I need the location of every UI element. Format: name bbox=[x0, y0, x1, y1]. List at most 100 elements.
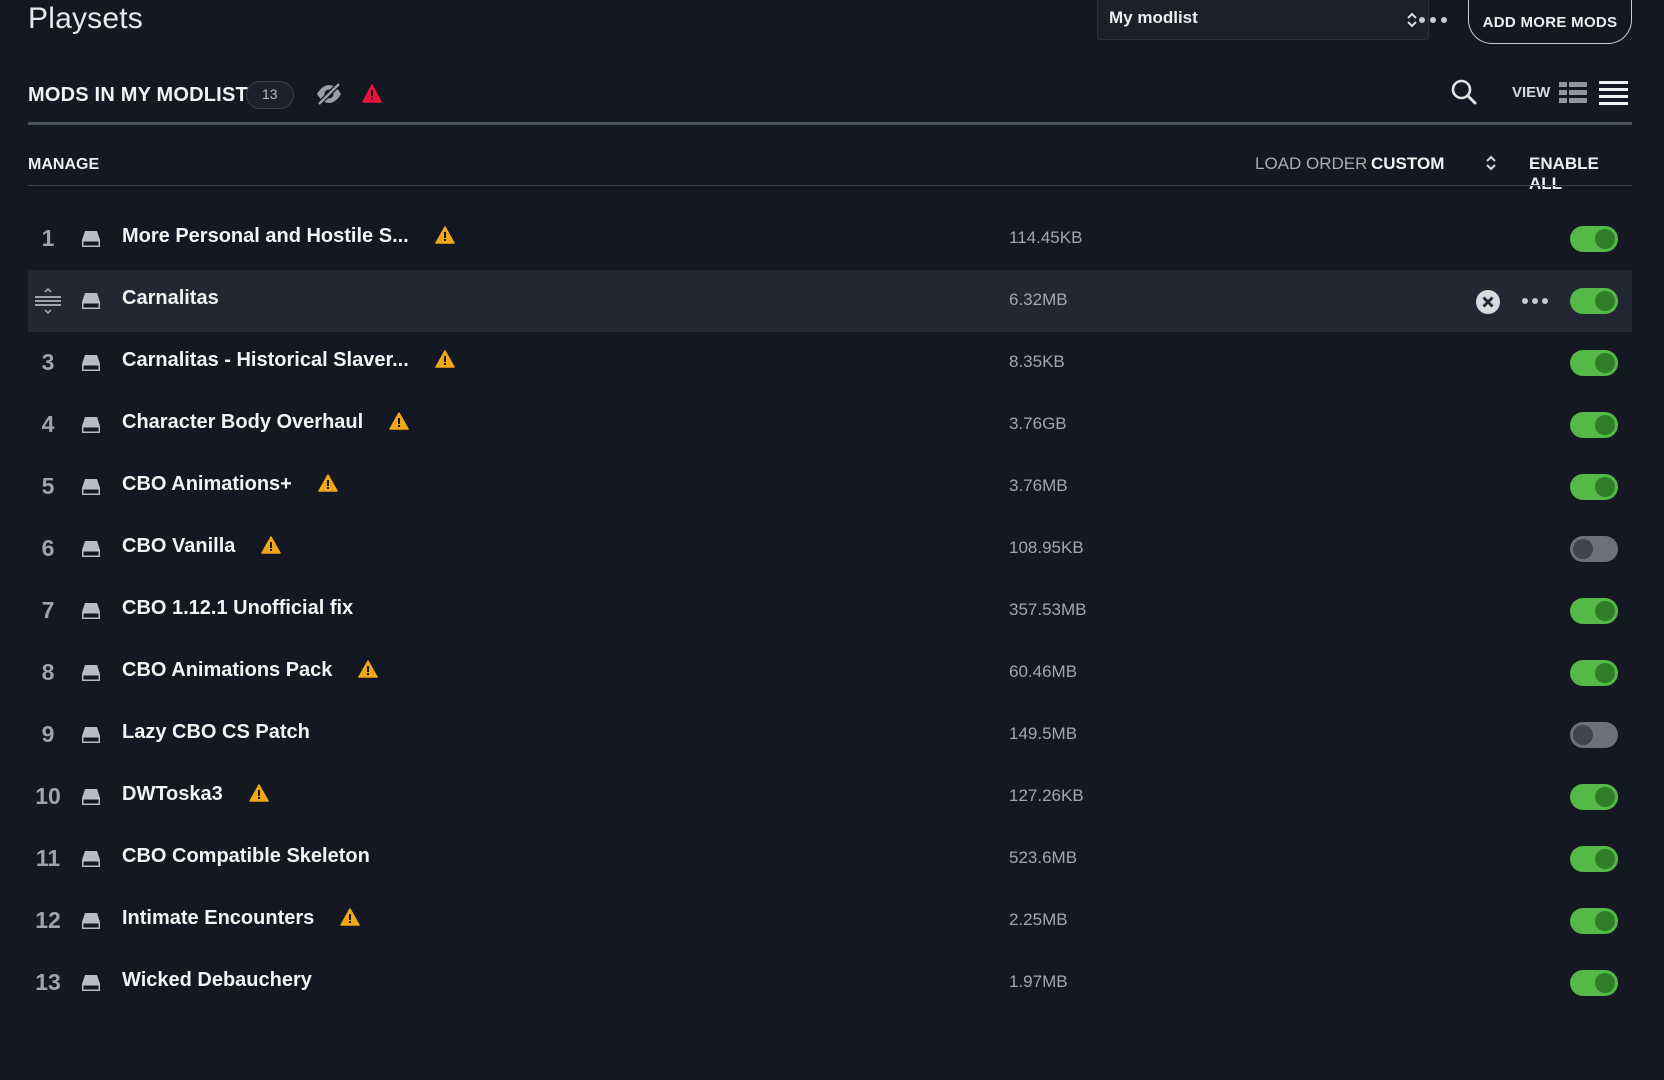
mod-size: 127.26KB bbox=[1009, 786, 1084, 805]
view-label: VIEW bbox=[1512, 84, 1551, 101]
mod-name[interactable]: Carnalitas - Historical Slaver... bbox=[122, 349, 455, 374]
mod-enabled-toggle[interactable] bbox=[1570, 536, 1618, 562]
mod-row[interactable]: 6 CBO Vanilla 108.95KB bbox=[28, 518, 1632, 580]
toggle-knob bbox=[1595, 353, 1615, 373]
warning-triangle-icon[interactable] bbox=[261, 536, 282, 560]
mod-size: 108.95KB bbox=[1009, 538, 1084, 557]
mod-enabled-toggle[interactable] bbox=[1570, 474, 1618, 500]
mod-enabled-toggle[interactable] bbox=[1570, 846, 1618, 872]
mod-name-text: CBO Animations+ bbox=[122, 473, 292, 495]
mod-size: 1.97MB bbox=[1009, 972, 1068, 991]
manage-divider bbox=[28, 185, 1632, 186]
mod-enabled-toggle[interactable] bbox=[1570, 722, 1618, 748]
mod-row[interactable]: 1 More Personal and Hostile S... 114.45K… bbox=[28, 208, 1632, 270]
warning-triangle-icon[interactable] bbox=[389, 412, 409, 436]
drive-icon bbox=[81, 478, 101, 501]
manage-label: MANAGE bbox=[28, 156, 100, 173]
mod-name[interactable]: Carnalitas bbox=[122, 287, 219, 310]
mod-name[interactable]: Character Body Overhaul bbox=[122, 411, 409, 436]
mod-row[interactable]: Carnalitas 6.32MB bbox=[28, 270, 1632, 332]
row-more-options-icon[interactable] bbox=[1518, 290, 1552, 312]
mod-index: 11 bbox=[35, 845, 61, 871]
mod-size: 2.25MB bbox=[1009, 910, 1068, 929]
warning-triangle-icon[interactable] bbox=[340, 908, 361, 932]
mod-enabled-toggle[interactable] bbox=[1570, 226, 1618, 252]
eye-slash-icon[interactable] bbox=[314, 82, 344, 111]
add-more-mods-button[interactable]: ADD MORE MODS bbox=[1468, 0, 1632, 44]
drag-handle-icon[interactable] bbox=[34, 287, 62, 319]
warning-triangle-icon[interactable] bbox=[435, 226, 455, 250]
mod-name[interactable]: CBO Animations Pack bbox=[122, 659, 379, 684]
mod-enabled-toggle[interactable] bbox=[1570, 288, 1618, 314]
warning-triangle-icon[interactable] bbox=[358, 660, 379, 684]
load-order-label: LOAD ORDER bbox=[1255, 154, 1368, 173]
toggle-knob bbox=[1573, 539, 1593, 559]
chevron-up-down-icon[interactable] bbox=[1485, 154, 1497, 177]
drive-icon bbox=[81, 664, 101, 687]
section-title: MODS IN MY MODLIST bbox=[28, 84, 248, 106]
toggle-knob bbox=[1595, 229, 1615, 249]
mod-name[interactable]: CBO 1.12.1 Unofficial fix bbox=[122, 597, 353, 620]
mod-enabled-toggle[interactable] bbox=[1570, 784, 1618, 810]
load-order-select[interactable]: CUSTOM bbox=[1371, 154, 1444, 174]
drive-icon bbox=[81, 230, 101, 253]
mod-row[interactable]: 13 Wicked Debauchery 1.97MB bbox=[28, 952, 1632, 1014]
enable-all-button[interactable]: ENABLE ALL bbox=[1529, 154, 1632, 194]
mod-enabled-toggle[interactable] bbox=[1570, 412, 1618, 438]
mod-row[interactable]: 9 Lazy CBO CS Patch 149.5MB bbox=[28, 704, 1632, 766]
mod-enabled-toggle[interactable] bbox=[1570, 598, 1618, 624]
more-options-icon[interactable] bbox=[1415, 9, 1451, 31]
playset-select[interactable]: My modlist bbox=[1097, 0, 1429, 40]
drive-icon bbox=[81, 602, 101, 625]
toggle-knob bbox=[1595, 477, 1615, 497]
mod-name-text: CBO Vanilla bbox=[122, 535, 236, 557]
warning-triangle-icon[interactable] bbox=[318, 474, 338, 498]
mod-row[interactable]: 11 CBO Compatible Skeleton 523.6MB bbox=[28, 828, 1632, 890]
mod-name[interactable]: CBO Animations+ bbox=[122, 473, 338, 498]
mod-index: 13 bbox=[35, 969, 61, 995]
mod-index: 7 bbox=[41, 597, 55, 623]
alert-triangle-icon[interactable] bbox=[362, 84, 382, 108]
dot-icon bbox=[1441, 17, 1447, 23]
mod-index: 8 bbox=[41, 659, 55, 685]
drive-icon bbox=[81, 292, 101, 315]
toggle-knob bbox=[1595, 291, 1615, 311]
warning-triangle-icon[interactable] bbox=[435, 350, 455, 374]
mod-name[interactable]: More Personal and Hostile S... bbox=[122, 225, 455, 250]
mod-name-text: Intimate Encounters bbox=[122, 907, 315, 929]
remove-mod-icon[interactable] bbox=[1475, 289, 1501, 320]
search-icon[interactable] bbox=[1450, 78, 1478, 111]
mod-row[interactable]: 12 Intimate Encounters 2.25MB bbox=[28, 890, 1632, 952]
mod-row[interactable]: 7 CBO 1.12.1 Unofficial fix 357.53MB bbox=[28, 580, 1632, 642]
mod-row[interactable]: 5 CBO Animations+ 3.76MB bbox=[28, 456, 1632, 518]
mod-size: 523.6MB bbox=[1009, 848, 1078, 867]
mod-enabled-toggle[interactable] bbox=[1570, 908, 1618, 934]
toggle-knob bbox=[1595, 663, 1615, 683]
mod-size: 8.35KB bbox=[1009, 352, 1065, 371]
mod-name-text: CBO Compatible Skeleton bbox=[122, 845, 370, 867]
mod-row[interactable]: 4 Character Body Overhaul 3.76GB bbox=[28, 394, 1632, 456]
mod-name[interactable]: Wicked Debauchery bbox=[122, 969, 312, 992]
mod-name[interactable]: Intimate Encounters bbox=[122, 907, 361, 932]
mod-name[interactable]: CBO Vanilla bbox=[122, 535, 282, 560]
mod-name[interactable]: CBO Compatible Skeleton bbox=[122, 845, 370, 868]
dot-icon bbox=[1532, 298, 1538, 304]
mod-row[interactable]: 10 DWToska3 127.26KB bbox=[28, 766, 1632, 828]
mod-enabled-toggle[interactable] bbox=[1570, 660, 1618, 686]
mod-size: 3.76MB bbox=[1009, 476, 1068, 495]
mod-enabled-toggle[interactable] bbox=[1570, 350, 1618, 376]
grid-view-icon[interactable] bbox=[1559, 82, 1587, 109]
mod-name[interactable]: Lazy CBO CS Patch bbox=[122, 721, 310, 744]
warning-triangle-icon[interactable] bbox=[249, 784, 269, 808]
mod-name-text: DWToska3 bbox=[122, 783, 223, 805]
mod-name-text: Carnalitas - Historical Slaver... bbox=[122, 349, 409, 371]
mod-row[interactable]: 3 Carnalitas - Historical Slaver... 8.35… bbox=[28, 332, 1632, 394]
toggle-knob bbox=[1573, 725, 1593, 745]
mod-size: 149.5MB bbox=[1009, 724, 1078, 743]
mod-enabled-toggle[interactable] bbox=[1570, 970, 1618, 996]
list-view-icon[interactable] bbox=[1599, 81, 1628, 110]
mod-row[interactable]: 8 CBO Animations Pack 60.46MB bbox=[28, 642, 1632, 704]
mod-name-text: Character Body Overhaul bbox=[122, 411, 364, 433]
mod-name[interactable]: DWToska3 bbox=[122, 783, 269, 808]
toggle-knob bbox=[1595, 601, 1615, 621]
